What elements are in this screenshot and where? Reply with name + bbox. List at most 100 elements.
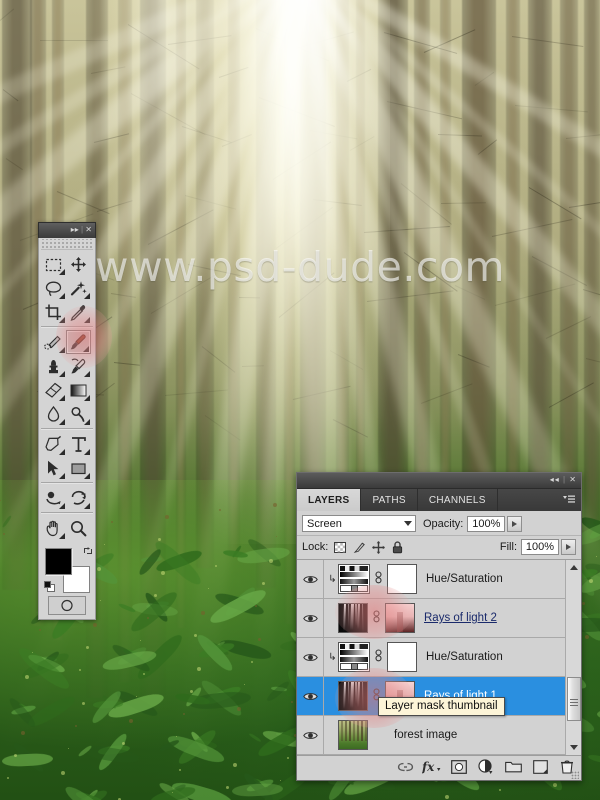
tool-crop-tool[interactable]	[41, 300, 66, 324]
close-icon[interactable]: ✕	[85, 225, 92, 234]
blend-opacity-row[interactable]: Screen Opacity: 100%	[297, 511, 581, 536]
tool-hand-tool[interactable]	[41, 516, 66, 540]
foreground-color-swatch[interactable]	[45, 548, 72, 575]
titlebar-separator: |	[562, 475, 567, 484]
link-thumbnails-icon[interactable]	[372, 649, 385, 665]
default-colors-icon[interactable]	[44, 581, 55, 592]
tool-magic-wand-tool[interactable]	[66, 276, 91, 300]
triangle-down-icon	[569, 745, 578, 750]
scrollbar-track[interactable]	[566, 575, 582, 740]
add-layer-mask-button[interactable]	[451, 759, 467, 776]
tab-layers[interactable]: LAYERS	[297, 489, 362, 511]
toolbox-titlebar-icons[interactable]: ▸▸ | ✕	[71, 224, 92, 236]
tool-3d-rotate-tool[interactable]	[41, 486, 66, 510]
layer-visibility-toggle[interactable]	[297, 716, 324, 754]
adjustment-layer-thumbnail[interactable]	[338, 642, 370, 672]
tool-flyout-triangle	[84, 503, 90, 509]
layer-row[interactable]: ↳ Hue/Saturation	[297, 638, 581, 677]
collapse-icon[interactable]: ◂◂	[550, 475, 560, 484]
move-tool-icon	[71, 256, 86, 272]
layers-panel-toolbar[interactable]: fx	[297, 755, 581, 780]
link-layers-button[interactable]	[397, 760, 413, 776]
tab-paths[interactable]: PATHS	[361, 489, 418, 511]
lock-transparent-pixels-icon[interactable]	[333, 540, 348, 555]
tool-clone-stamp-tool[interactable]	[41, 354, 66, 378]
tool-zoom-tool[interactable]	[66, 516, 91, 540]
layer-row[interactable]: forest image	[297, 716, 581, 755]
tool-rectangle-shape-tool[interactable]	[66, 456, 91, 480]
quick-mask-button[interactable]	[48, 596, 86, 615]
tool-move-tool[interactable]	[66, 252, 91, 276]
fill-input[interactable]: 100%	[521, 539, 559, 555]
layer-list[interactable]: ↳ Hue/Saturation Rays of light 2 ↳ Hue/S…	[297, 560, 581, 755]
scroll-down-button[interactable]	[566, 740, 582, 755]
blend-mode-select[interactable]: Screen	[302, 515, 416, 532]
scrollbar-thumb[interactable]	[566, 677, 581, 722]
link-thumbnails-icon[interactable]	[372, 571, 385, 587]
tool-pen-tool[interactable]	[41, 432, 66, 456]
adjustment-layer-thumbnail[interactable]	[338, 564, 370, 594]
tool-brush-tool[interactable]	[66, 330, 91, 354]
swap-colors-icon[interactable]	[83, 546, 93, 556]
new-group-button[interactable]	[504, 760, 522, 776]
tool-3d-orbit-tool[interactable]	[66, 486, 91, 510]
layer-row[interactable]: ↳ Hue/Saturation	[297, 560, 581, 599]
tool-history-brush-tool[interactable]	[66, 354, 91, 378]
lock-image-pixels-icon[interactable]	[352, 540, 367, 555]
layers-titlebar-icons[interactable]: ◂◂ | ✕	[550, 474, 577, 486]
lock-position-icon[interactable]	[371, 540, 386, 555]
layer-mask-thumbnail[interactable]	[387, 564, 417, 594]
panel-resize-grip[interactable]	[571, 771, 579, 779]
tool-grid[interactable]	[39, 251, 95, 542]
layer-mask-thumbnail[interactable]	[385, 603, 415, 633]
layer-visibility-toggle[interactable]	[297, 677, 324, 715]
collapse-icon[interactable]: ▸▸	[71, 225, 79, 234]
layer-row[interactable]: Rays of light 2	[297, 599, 581, 638]
fill-slider-button[interactable]	[561, 539, 576, 555]
tool-flyout-triangle	[59, 503, 65, 509]
lock-all-icon[interactable]	[390, 540, 405, 555]
layer-thumbnail[interactable]	[338, 603, 368, 633]
tool-gradient-tool[interactable]	[66, 378, 91, 402]
tool-flyout-triangle	[59, 371, 65, 377]
layer-visibility-toggle[interactable]	[297, 599, 324, 637]
new-layer-button[interactable]	[532, 759, 548, 776]
lock-fill-row[interactable]: Lock: Fill: 100%	[297, 536, 581, 560]
tool-lasso-tool[interactable]	[41, 276, 66, 300]
chevron-down-icon[interactable]	[404, 521, 412, 526]
tool-eraser-tool[interactable]	[41, 378, 66, 402]
panel-menu-icon[interactable]	[562, 494, 576, 508]
close-icon[interactable]: ✕	[569, 475, 577, 484]
tool-blur-tool[interactable]	[41, 402, 66, 426]
layer-thumbnail[interactable]	[338, 681, 368, 711]
tool-flyout-triangle	[84, 317, 90, 323]
tool-flyout-triangle	[59, 533, 65, 539]
layer-visibility-toggle[interactable]	[297, 638, 324, 676]
new-adjustment-layer-button[interactable]	[478, 758, 494, 776]
panel-tab-bar[interactable]: LAYERS PATHS CHANNELS	[297, 489, 581, 511]
tool-eyedropper-tool[interactable]	[66, 300, 91, 324]
layers-panel-titlebar[interactable]: ◂◂ | ✕	[297, 473, 581, 489]
layer-thumbnail[interactable]	[338, 720, 368, 750]
photoshop-toolbox[interactable]: ▸▸ | ✕	[38, 222, 96, 620]
tab-channels[interactable]: CHANNELS	[417, 489, 498, 511]
layer-visibility-toggle[interactable]	[297, 560, 324, 598]
opacity-slider-button[interactable]	[507, 515, 523, 532]
scroll-up-button[interactable]	[566, 560, 582, 575]
layer-style-fx-button[interactable]: fx	[421, 760, 441, 776]
link-thumbnails-icon[interactable]	[370, 610, 383, 626]
tool-healing-brush-tool[interactable]	[41, 330, 66, 354]
opacity-input[interactable]: 100%	[467, 515, 506, 532]
tree-trunk	[584, 0, 600, 524]
tool-dodge-tool[interactable]	[66, 402, 91, 426]
tool-type-tool[interactable]	[66, 432, 91, 456]
tool-rectangular-marquee-tool[interactable]	[41, 252, 66, 276]
toolbox-drag-grip[interactable]	[41, 239, 93, 250]
panel-menu-glyph	[563, 495, 575, 503]
tool-path-selection-tool[interactable]	[41, 456, 66, 480]
toolbox-titlebar[interactable]: ▸▸ | ✕	[38, 222, 96, 238]
layer-mask-thumbnail[interactable]	[387, 642, 417, 672]
color-swatches[interactable]	[44, 546, 95, 594]
layers-scrollbar[interactable]	[565, 560, 581, 755]
layers-panel[interactable]: ◂◂ | ✕ LAYERS PATHS CHANNELS Screen Opac…	[296, 472, 582, 781]
